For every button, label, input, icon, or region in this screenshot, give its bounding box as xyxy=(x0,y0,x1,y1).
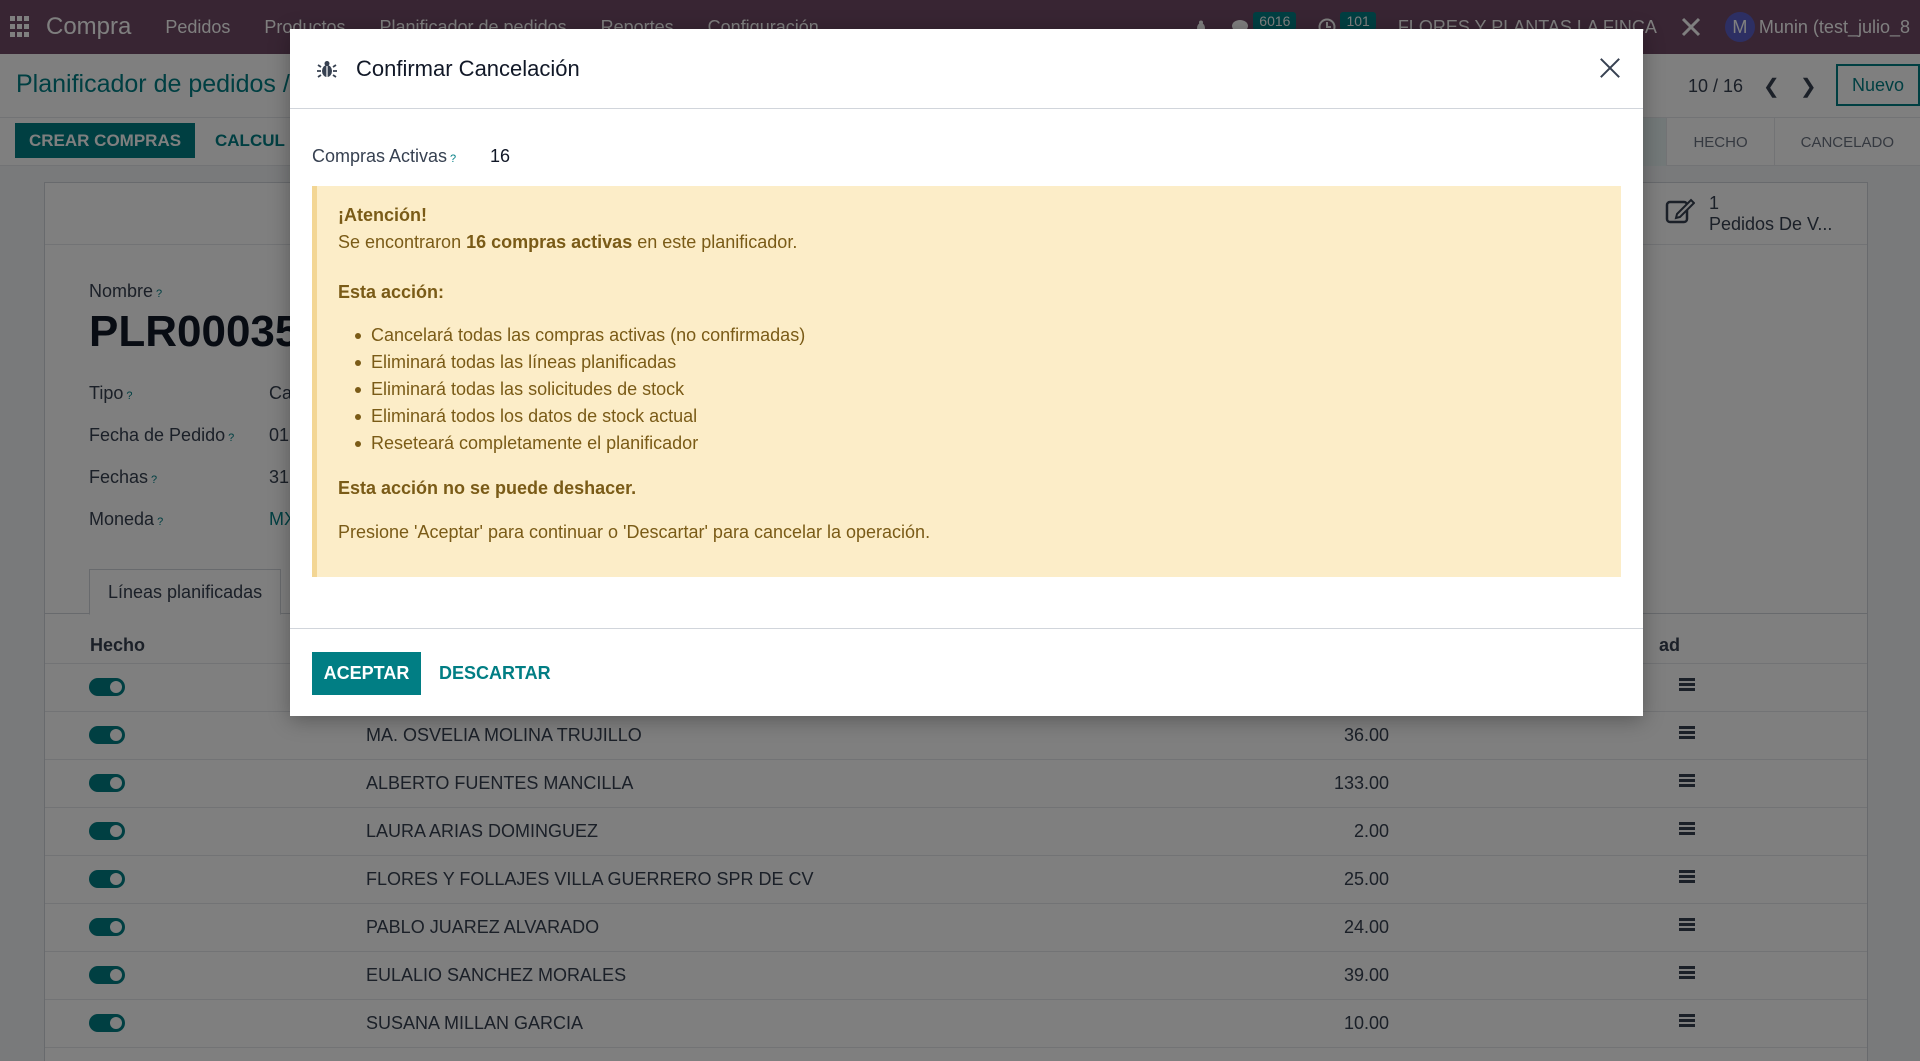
list-item: Cancelará todas las compras activas (no … xyxy=(338,322,805,349)
warning-title: ¡Atención! xyxy=(338,205,427,225)
dialog-title: Confirmar Cancelación xyxy=(356,55,580,81)
list-item: Eliminará todas las solicitudes de stock xyxy=(338,376,805,403)
close-icon[interactable] xyxy=(1597,55,1623,81)
warning-instructions: Presione 'Aceptar' para continuar o 'Des… xyxy=(338,522,931,542)
warning-undo-note: Esta acción no se puede deshacer. xyxy=(338,478,637,498)
dialog-footer: ACEPTAR DESCARTAR xyxy=(290,628,1643,716)
compras-activas-label: Compras Activas? xyxy=(312,146,457,166)
dialog-header: Confirmar Cancelación xyxy=(290,29,1643,109)
discard-button[interactable]: DESCARTAR xyxy=(439,652,551,695)
confirm-cancel-dialog: Confirmar Cancelación Compras Activas? 1… xyxy=(290,29,1643,716)
compras-activas-value: 16 xyxy=(490,146,511,166)
warning-alert: ¡Atención! Se encontraron 16 compras act… xyxy=(312,186,1621,577)
warning-message: Se encontraron 16 compras activas en est… xyxy=(338,232,798,252)
accept-button[interactable]: ACEPTAR xyxy=(312,652,421,695)
warning-list: Cancelará todas las compras activas (no … xyxy=(338,322,805,457)
list-item: Eliminará todas las líneas planificadas xyxy=(338,349,805,376)
bug-icon xyxy=(317,60,337,78)
warning-subtitle: Esta acción: xyxy=(338,282,445,302)
list-item: Reseteará completamente el planificador xyxy=(338,430,805,457)
list-item: Eliminará todos los datos de stock actua… xyxy=(338,403,805,430)
